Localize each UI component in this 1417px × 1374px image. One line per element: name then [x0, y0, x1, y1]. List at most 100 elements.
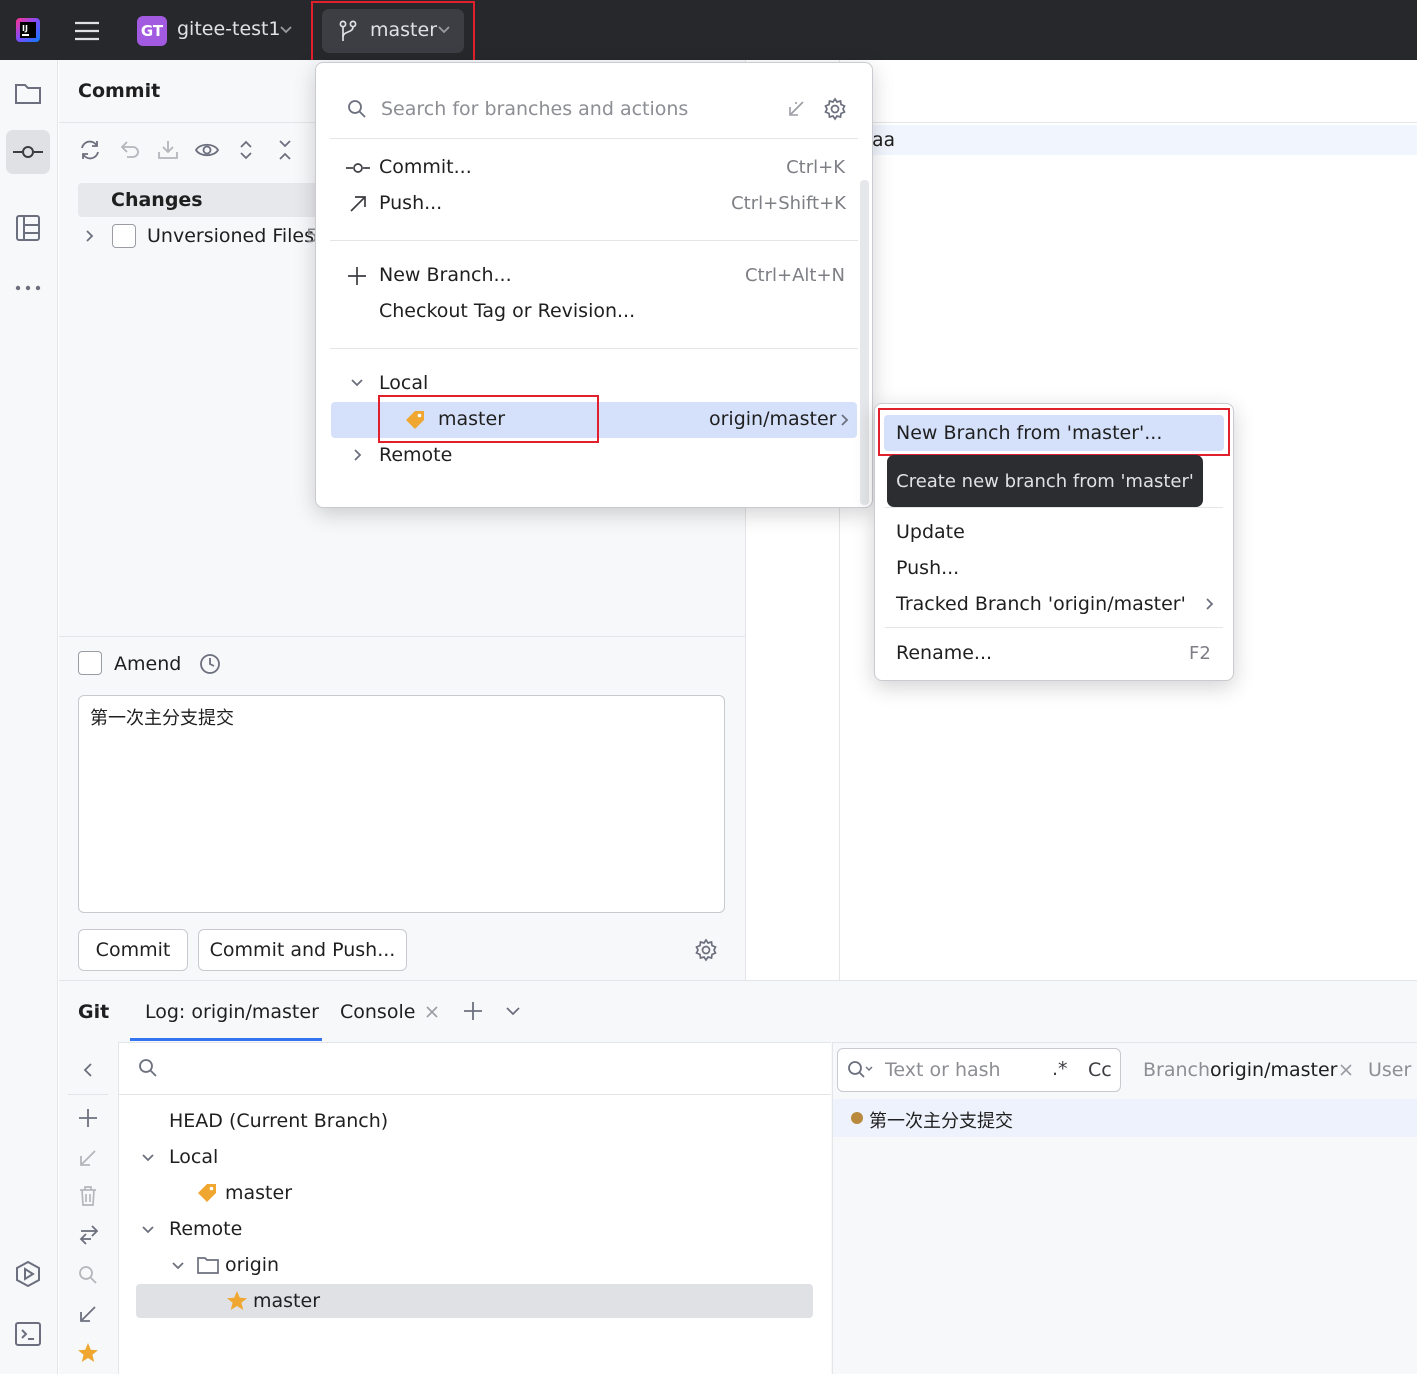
match-case-toggle[interactable]: Cc: [1088, 1059, 1112, 1081]
submenu-update[interactable]: Update: [896, 521, 965, 543]
search-icon[interactable]: [846, 1059, 874, 1081]
remote-group-label[interactable]: Remote: [379, 444, 452, 466]
tree-origin-master[interactable]: master: [253, 1290, 320, 1312]
local-group-label[interactable]: Local: [379, 372, 428, 394]
menu-item-shortcut: F2: [1189, 643, 1211, 664]
chevron-down-icon[interactable]: [502, 1003, 524, 1019]
annotation-box-master: [378, 395, 599, 443]
gear-icon[interactable]: [693, 937, 719, 963]
intellij-logo-icon[interactable]: IJ: [14, 16, 42, 44]
search-icon: [345, 97, 369, 121]
run-services-icon[interactable]: [12, 1258, 44, 1290]
tree-head[interactable]: HEAD (Current Branch): [169, 1110, 388, 1132]
chevron-right-icon[interactable]: [838, 412, 852, 428]
collapse-all-icon[interactable]: [273, 137, 297, 163]
structure-icon[interactable]: [12, 212, 44, 244]
tree-origin[interactable]: origin: [225, 1254, 279, 1276]
main-menu-icon[interactable]: [72, 17, 102, 45]
chevron-down-icon[interactable]: [140, 1150, 156, 1166]
more-tools-icon[interactable]: [12, 278, 44, 298]
divider: [885, 627, 1223, 628]
add-icon[interactable]: [76, 1106, 100, 1130]
divider: [330, 348, 858, 349]
commit-dot: [851, 1112, 863, 1124]
log-search-placeholder: Text or hash: [885, 1059, 1001, 1081]
menu-item-label: Checkout Tag or Revision...: [379, 300, 636, 322]
tree-remote[interactable]: Remote: [169, 1218, 242, 1240]
chevron-right-icon[interactable]: [82, 228, 98, 244]
branches-tree: [118, 1042, 831, 1374]
gear-icon[interactable]: [822, 96, 848, 122]
popup-scrollbar[interactable]: [860, 180, 869, 505]
editor-line-text: aa: [872, 129, 895, 151]
submenu-push[interactable]: Push...: [896, 557, 959, 579]
menu-item-label: New Branch...: [379, 264, 512, 286]
changes-label: Changes: [111, 189, 203, 211]
chevron-down-icon[interactable]: [170, 1258, 186, 1274]
tooltip: Create new branch from 'master': [887, 455, 1203, 507]
tag-icon: [196, 1182, 218, 1204]
close-icon[interactable]: [424, 1004, 440, 1020]
user-filter[interactable]: User: [1368, 1059, 1411, 1081]
divider: [840, 122, 1417, 123]
svg-text:IJ: IJ: [22, 24, 28, 33]
chevron-left-icon[interactable]: [78, 1060, 98, 1080]
star-icon: [226, 1290, 248, 1312]
chevron-right-icon[interactable]: [350, 447, 366, 463]
divider: [330, 240, 858, 241]
chevron-right-icon[interactable]: [1203, 596, 1217, 612]
menu-item-shortcut: Ctrl+Shift+K: [731, 193, 846, 214]
search-icon[interactable]: [137, 1057, 159, 1079]
branch-filter-value[interactable]: origin/master: [1210, 1059, 1338, 1081]
amend-label[interactable]: Amend: [114, 653, 181, 675]
rollback-icon[interactable]: [117, 137, 143, 163]
shelve-icon[interactable]: [155, 137, 181, 163]
project-badge[interactable]: GT: [137, 16, 167, 46]
update-arrow-icon[interactable]: [76, 1146, 100, 1170]
chevron-down-icon[interactable]: [140, 1222, 156, 1238]
refresh-icon[interactable]: [77, 137, 103, 163]
submenu-tracked-branch[interactable]: Tracked Branch 'origin/master': [896, 593, 1186, 615]
commit-button[interactable]: Commit: [78, 929, 188, 971]
tab-log-origin-master[interactable]: Log: origin/master: [145, 1001, 319, 1023]
divider: [118, 1094, 831, 1095]
terminal-icon[interactable]: [12, 1318, 44, 1350]
annotation-box-new-branch: [878, 408, 1230, 456]
chevron-down-icon[interactable]: [349, 375, 365, 391]
menu-item-shortcut: Ctrl+K: [786, 157, 845, 178]
project-folder-icon[interactable]: [12, 77, 44, 109]
amend-checkbox[interactable]: [78, 651, 102, 675]
history-clock-icon[interactable]: [197, 651, 223, 677]
unversioned-files-checkbox[interactable]: [112, 224, 136, 248]
tree-local[interactable]: Local: [169, 1146, 218, 1168]
active-tab-indicator: [130, 1038, 322, 1041]
search-icon[interactable]: [76, 1263, 100, 1287]
tool-window-strip: [0, 60, 58, 1374]
eye-icon[interactable]: [193, 137, 221, 163]
plus-icon: [346, 265, 368, 287]
commit-and-push-button[interactable]: Commit and Push...: [198, 929, 407, 971]
unversioned-files-label[interactable]: Unversioned Files: [147, 225, 314, 247]
close-icon[interactable]: [1338, 1062, 1354, 1078]
push-arrow-icon: [347, 193, 369, 215]
expand-all-icon[interactable]: [234, 137, 258, 163]
fetch-icon[interactable]: [784, 97, 808, 121]
menu-item-label: Commit...: [379, 156, 472, 178]
divider: [68, 1094, 108, 1095]
chevron-down-icon[interactable]: [278, 22, 294, 38]
tab-console[interactable]: Console: [340, 1001, 415, 1023]
tree-local-master[interactable]: master: [225, 1182, 292, 1204]
branch-filter-prefix[interactable]: Branch:: [1143, 1059, 1216, 1081]
submenu-rename[interactable]: Rename...: [896, 642, 992, 664]
trash-icon[interactable]: [76, 1184, 100, 1208]
project-name[interactable]: gitee-test1: [177, 18, 281, 40]
log-commit-message[interactable]: 第一次主分支提交: [869, 1107, 1013, 1133]
regex-toggle[interactable]: .*: [1052, 1058, 1068, 1080]
fetch-icon[interactable]: [76, 1302, 100, 1326]
compare-icon[interactable]: [76, 1222, 102, 1248]
add-tab-icon[interactable]: [461, 999, 485, 1023]
star-icon[interactable]: [76, 1341, 100, 1365]
commit-icon: [10, 138, 46, 166]
branch-search-input[interactable]: Search for branches and actions: [381, 98, 688, 120]
commit-message-text: 第一次主分支提交: [90, 708, 234, 729]
